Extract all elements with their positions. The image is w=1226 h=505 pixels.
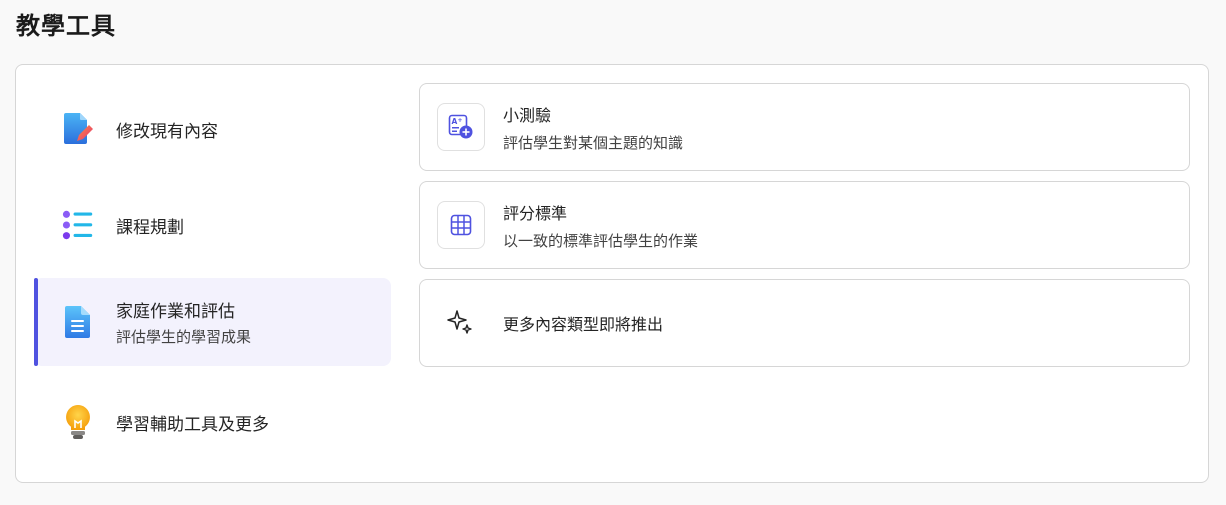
teaching-tools-panel: 修改現有內容 課程規劃 家庭作業和評估 評估學生的學習成果 學習輔助工具及更多 … <box>15 64 1209 483</box>
lightbulb-icon <box>62 405 94 439</box>
card-description: 評估學生對某個主題的知識 <box>503 133 684 152</box>
nav-item-homework-assessment[interactable]: 家庭作業和評估 評估學生的學習成果 <box>34 278 391 366</box>
table-grid-icon <box>437 201 485 249</box>
card-title: 更多內容類型即將推出 <box>503 315 664 334</box>
nav-item-lesson-plan[interactable]: 課程規劃 <box>34 181 391 269</box>
document-pencil-icon <box>62 113 94 145</box>
active-indicator <box>34 278 38 366</box>
svg-text:+: + <box>458 117 463 124</box>
nav-item-label: 家庭作業和評估 <box>116 302 235 322</box>
card-title: 小測驗 <box>503 105 552 125</box>
nav-item-label: 學習輔助工具及更多 <box>116 414 269 435</box>
card-more-coming: 更多內容類型即將推出 <box>419 279 1190 367</box>
card-rubric[interactable]: 評分標準 以一致的標準評估學生的作業 <box>419 181 1190 269</box>
page-title: 教學工具 <box>16 12 116 40</box>
card-description: 以一致的標準評估學生的作業 <box>503 231 699 250</box>
quiz-icon: A + <box>437 103 485 151</box>
nav-item-label: 課程規劃 <box>116 217 184 238</box>
sparkle-icon <box>437 299 485 347</box>
card-title: 評分標準 <box>503 203 568 223</box>
list-icon <box>62 209 94 241</box>
card-quiz[interactable]: A + 小測驗 評估學生對某個主題的知識 <box>419 83 1190 171</box>
nav-item-sublabel: 評估學生的學習成果 <box>116 328 252 346</box>
document-text-icon <box>62 306 94 338</box>
nav-item-modify-content[interactable]: 修改現有內容 <box>34 85 391 173</box>
nav-item-learning-aids[interactable]: 學習輔助工具及更多 <box>34 378 391 466</box>
nav-item-label: 修改現有內容 <box>116 121 218 142</box>
